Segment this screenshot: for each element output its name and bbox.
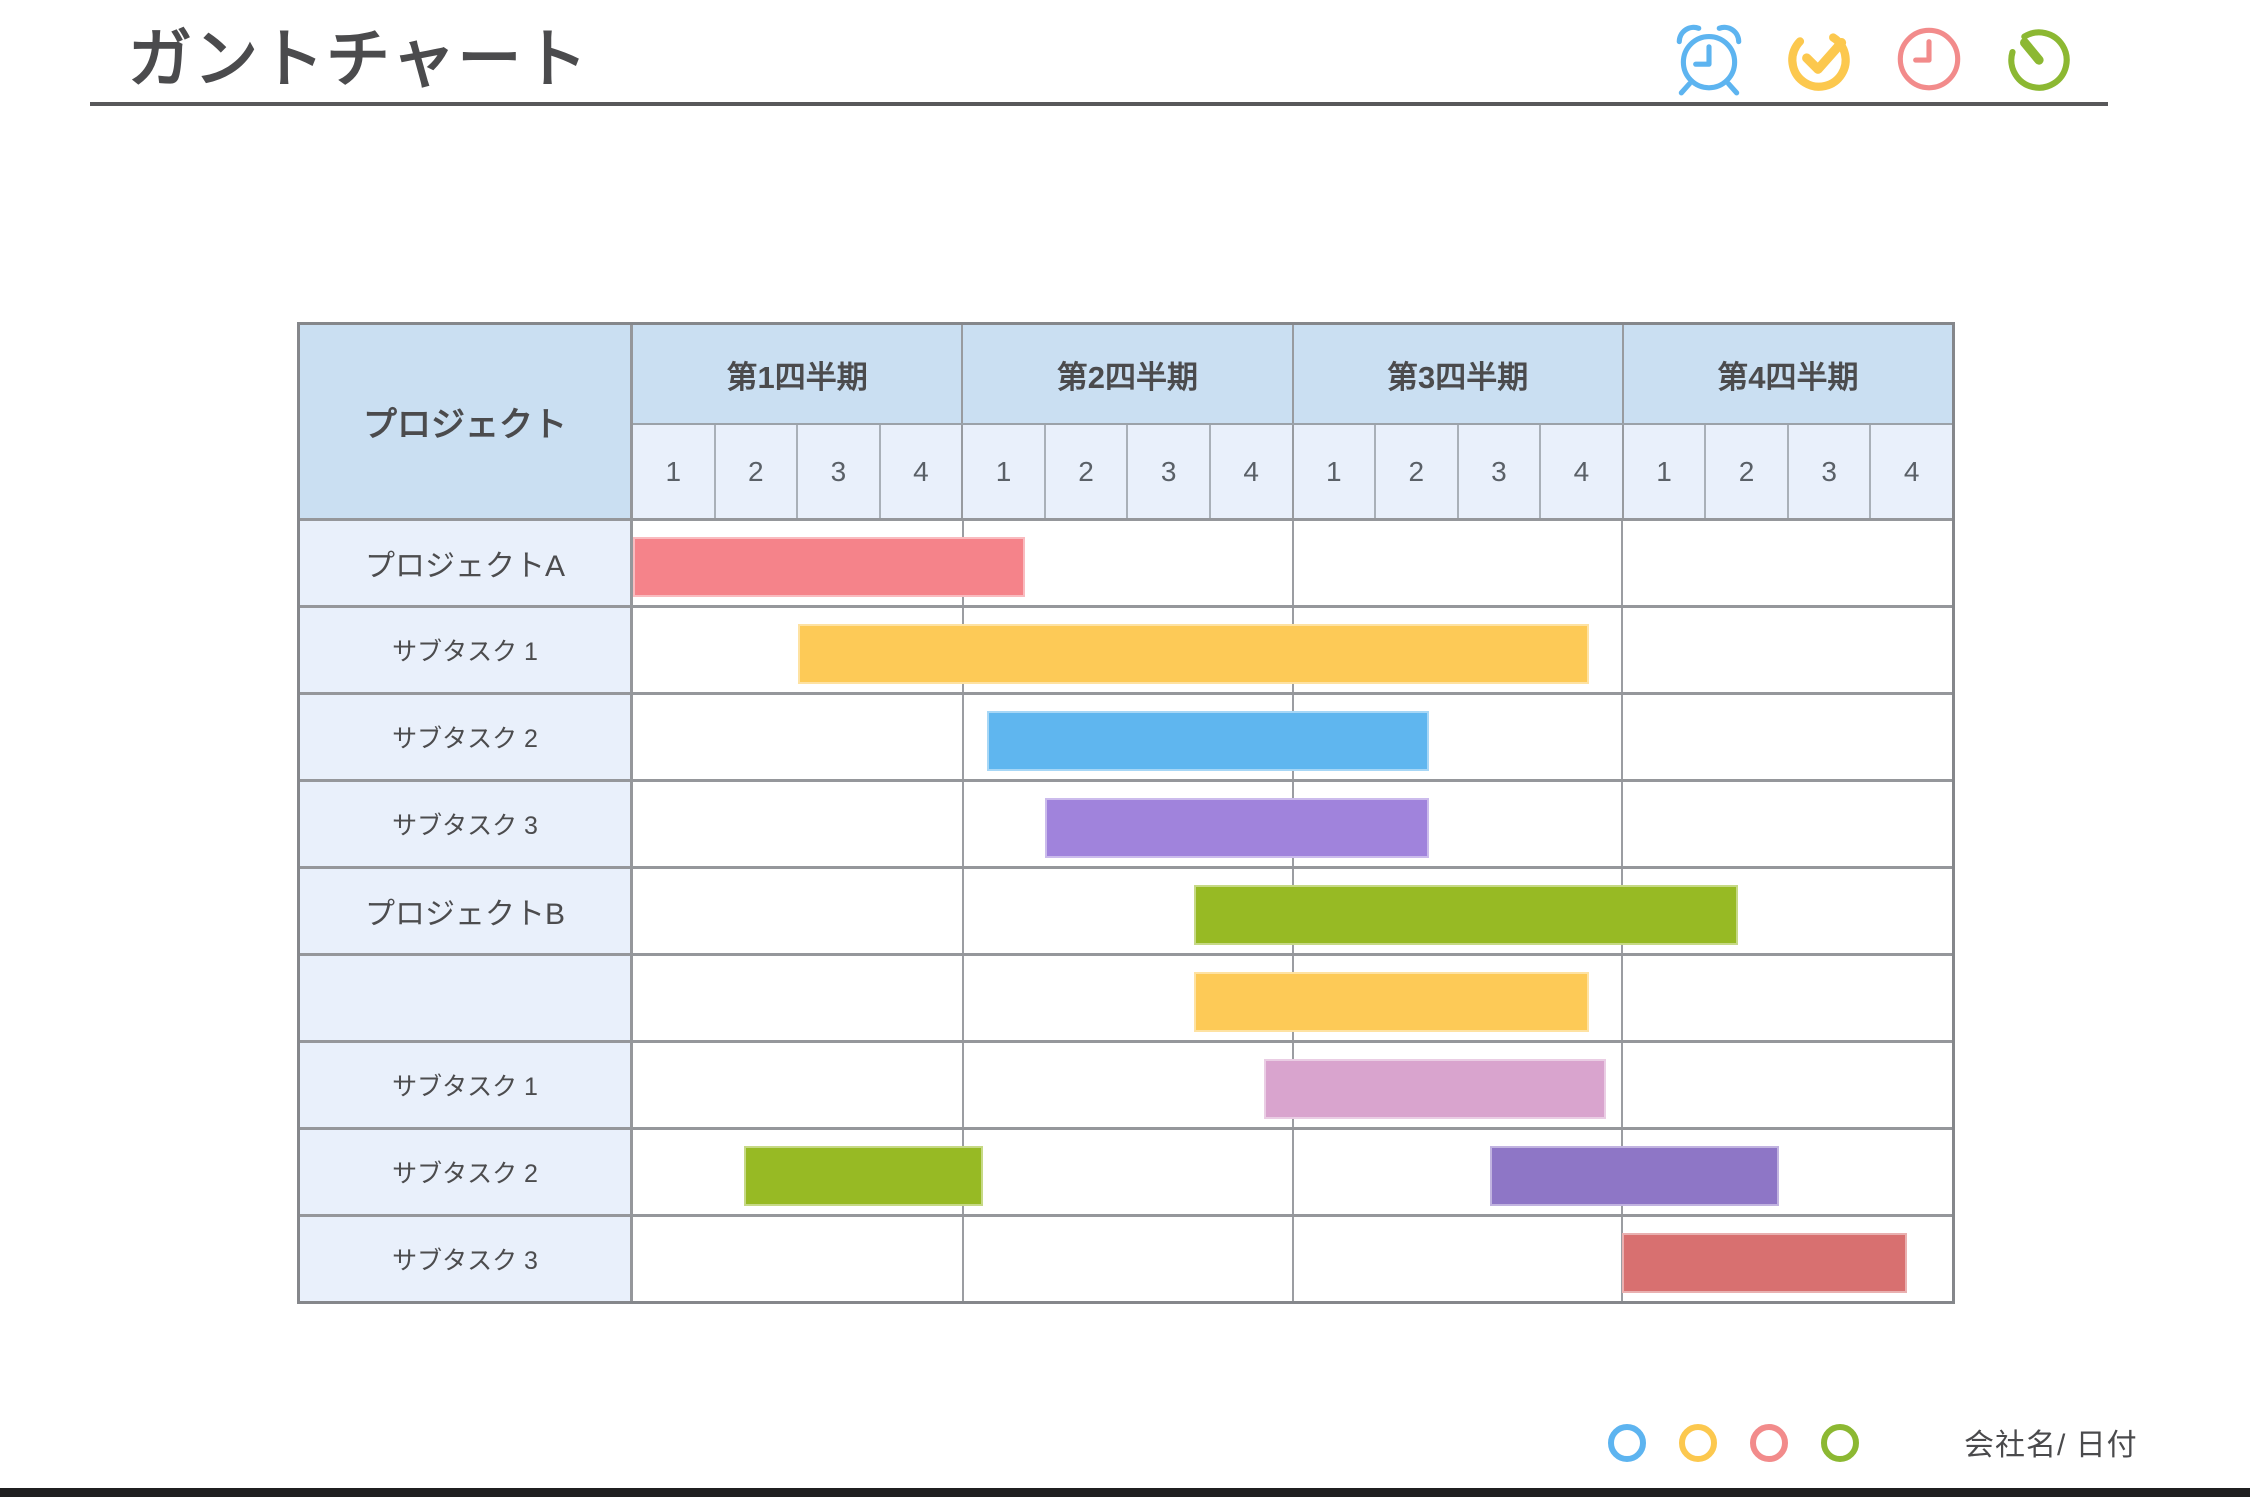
table-row: サブタスク 1 xyxy=(300,1040,1952,1127)
period-header-cell: 4 xyxy=(1211,425,1294,518)
timeline-header: 第1四半期第2四半期第3四半期第4四半期1234123412341234 xyxy=(633,325,1952,518)
table-row xyxy=(300,953,1952,1040)
alarm-clock-icon xyxy=(1668,16,1750,98)
gantt-bar xyxy=(744,1146,983,1206)
period-header-cell: 2 xyxy=(1046,425,1129,518)
quarter-gridline xyxy=(962,695,964,779)
row-label: プロジェクトA xyxy=(300,521,633,605)
quarter-gridline xyxy=(962,1043,964,1127)
gantt-bar xyxy=(1194,972,1590,1032)
row-timeline xyxy=(633,1130,1952,1214)
period-header-cell: 2 xyxy=(1706,425,1789,518)
circle-red-icon xyxy=(1750,1424,1788,1462)
gantt-bar xyxy=(633,537,1025,597)
footer-credit: 会社名/ 日付 xyxy=(1964,1420,2138,1464)
gantt-bar xyxy=(1264,1059,1606,1119)
quarter-header-cell: 第2四半期 xyxy=(963,325,1293,423)
gantt-table: プロジェクト第1四半期第2四半期第3四半期第4四半期12341234123412… xyxy=(297,322,1955,1304)
row-label: サブタスク 2 xyxy=(300,1130,633,1214)
quarter-gridline xyxy=(1621,956,1623,1040)
row-label: サブタスク 1 xyxy=(300,1043,633,1127)
row-timeline xyxy=(633,869,1952,953)
footer-circles xyxy=(1608,1424,1859,1462)
period-header-row: 1234123412341234 xyxy=(633,425,1952,518)
circle-green-icon xyxy=(1821,1424,1859,1462)
row-timeline xyxy=(633,1043,1952,1127)
period-header-cell: 2 xyxy=(1376,425,1459,518)
check-circle-icon xyxy=(1778,16,1860,98)
row-header-cell: プロジェクト xyxy=(300,325,633,518)
period-header-cell: 3 xyxy=(798,425,881,518)
row-timeline xyxy=(633,1217,1952,1301)
circle-yellow-icon xyxy=(1679,1424,1717,1462)
row-label: サブタスク 1 xyxy=(300,608,633,692)
period-header-cell: 1 xyxy=(1624,425,1707,518)
quarter-gridline xyxy=(962,869,964,953)
table-row: サブタスク 3 xyxy=(300,779,1952,866)
gantt-bar xyxy=(1622,1233,1906,1293)
header-icons xyxy=(1668,16,2080,98)
period-header-cell: 2 xyxy=(716,425,799,518)
quarter-header-row: 第1四半期第2四半期第3四半期第4四半期 xyxy=(633,325,1952,425)
quarter-header-cell: 第1四半期 xyxy=(633,325,963,423)
quarter-header-cell: 第3四半期 xyxy=(1294,325,1624,423)
row-label: プロジェクトB xyxy=(300,869,633,953)
quarter-gridline xyxy=(962,782,964,866)
table-row: サブタスク 3 xyxy=(300,1214,1952,1301)
timer-icon xyxy=(1998,16,2080,98)
quarter-gridline xyxy=(1621,695,1623,779)
period-header-cell: 4 xyxy=(1871,425,1952,518)
gantt-bar xyxy=(987,711,1428,771)
table-row: サブタスク 1 xyxy=(300,605,1952,692)
gantt-bar xyxy=(1194,885,1738,945)
table-row: プロジェクトB xyxy=(300,866,1952,953)
circle-blue-icon xyxy=(1608,1424,1646,1462)
row-timeline xyxy=(633,956,1952,1040)
quarter-gridline xyxy=(1621,1043,1623,1127)
row-timeline xyxy=(633,782,1952,866)
quarter-gridline xyxy=(1292,1217,1294,1301)
row-label: サブタスク 3 xyxy=(300,1217,633,1301)
quarter-gridline xyxy=(1621,608,1623,692)
gantt-bar xyxy=(798,624,1589,684)
quarter-gridline xyxy=(1621,782,1623,866)
gantt-bar xyxy=(1045,798,1428,858)
row-label xyxy=(300,956,633,1040)
table-row: サブタスク 2 xyxy=(300,692,1952,779)
period-header-cell: 3 xyxy=(1128,425,1211,518)
period-header-cell: 1 xyxy=(963,425,1046,518)
row-label: サブタスク 3 xyxy=(300,782,633,866)
period-header-cell: 3 xyxy=(1789,425,1872,518)
period-header-cell: 4 xyxy=(1541,425,1624,518)
row-timeline xyxy=(633,695,1952,779)
quarter-gridline xyxy=(1292,521,1294,605)
gantt-bar xyxy=(1490,1146,1779,1206)
row-timeline xyxy=(633,521,1952,605)
period-header-cell: 1 xyxy=(633,425,716,518)
quarter-header-cell: 第4四半期 xyxy=(1624,325,1952,423)
period-header-cell: 3 xyxy=(1459,425,1542,518)
table-row: プロジェクトA xyxy=(300,518,1952,605)
clock-icon xyxy=(1888,16,1970,98)
period-header-cell: 4 xyxy=(881,425,964,518)
quarter-gridline xyxy=(962,1217,964,1301)
bottom-edge-bar xyxy=(0,1488,2250,1497)
quarter-gridline xyxy=(1621,521,1623,605)
period-header-cell: 1 xyxy=(1294,425,1377,518)
quarter-gridline xyxy=(962,956,964,1040)
quarter-gridline xyxy=(1292,1130,1294,1214)
gantt-header: プロジェクト第1四半期第2四半期第3四半期第4四半期12341234123412… xyxy=(300,325,1952,518)
row-label: サブタスク 2 xyxy=(300,695,633,779)
title-divider xyxy=(90,102,2108,106)
row-timeline xyxy=(633,608,1952,692)
page-title: ガントチャート xyxy=(128,8,589,100)
table-row: サブタスク 2 xyxy=(300,1127,1952,1214)
